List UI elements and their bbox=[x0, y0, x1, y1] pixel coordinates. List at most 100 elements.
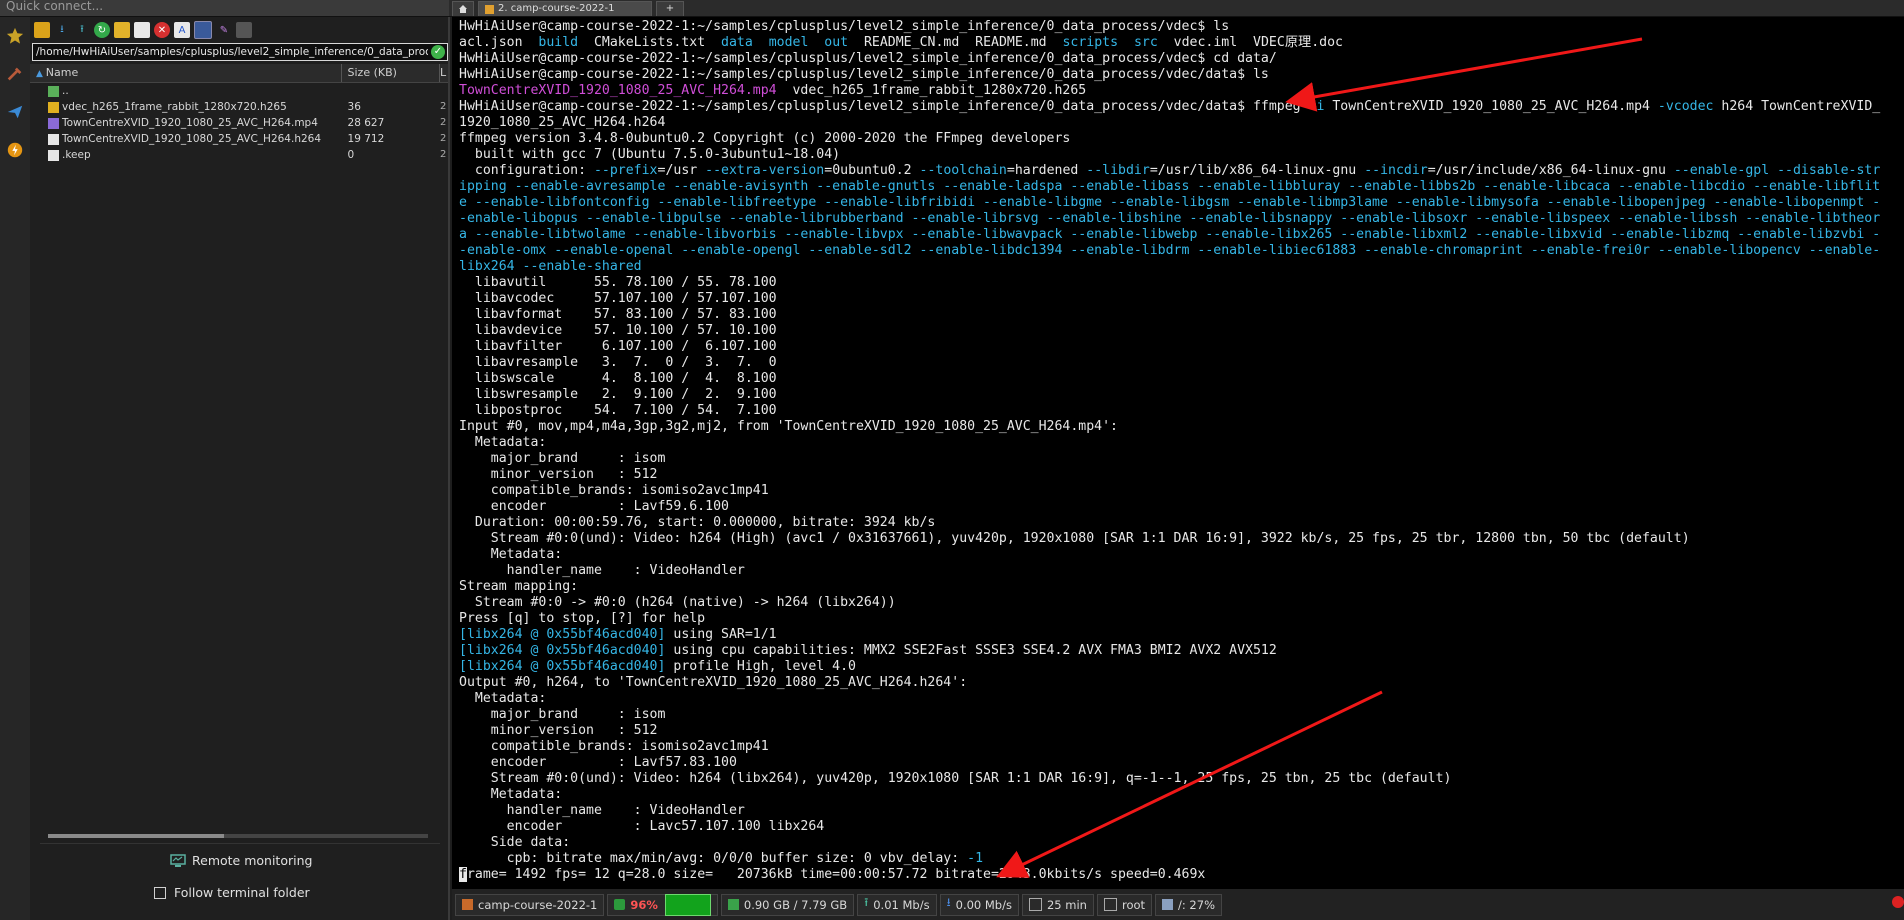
terminal-text: Metadata: bbox=[459, 787, 563, 802]
new-folder-icon[interactable] bbox=[114, 22, 130, 38]
upload-icon[interactable]: ⭱ bbox=[74, 22, 90, 38]
terminal-text: model bbox=[768, 35, 809, 50]
session-tab[interactable]: 2. camp-course-2022-1 bbox=[478, 1, 652, 16]
refresh-icon[interactable]: ↻ bbox=[94, 22, 110, 38]
terminal-line: major_brand : isom bbox=[459, 451, 666, 466]
terminal-line: e --enable-libfontconfig --enable-libfre… bbox=[459, 195, 1880, 210]
download-status[interactable]: ⭳ 0.00 Mb/s bbox=[939, 893, 1019, 916]
file-name: TownCentreXVID_1920_1080_25_AVC_H264.h26… bbox=[62, 133, 322, 145]
terminal-text: [libx264 @ 0x55bf46acd040] bbox=[459, 643, 666, 658]
file-name-cell: TownCentreXVID_1920_1080_25_AVC_H264.h26… bbox=[30, 131, 342, 147]
memory-value: 0.90 GB / 7.79 GB bbox=[743, 897, 848, 912]
terminal-text: encoder : Lavf59.6.100 bbox=[459, 499, 729, 514]
terminal-line: encoder : Lavf57.83.100 bbox=[459, 755, 737, 770]
terminal-text: Output #0, h264, to 'TownCentreXVID_1920… bbox=[459, 675, 968, 690]
divider bbox=[40, 843, 440, 844]
terminal-line: Metadata: bbox=[459, 691, 546, 706]
memory-icon bbox=[727, 899, 739, 910]
terminal-line: Metadata: bbox=[459, 435, 546, 450]
rename-icon[interactable]: A bbox=[174, 22, 190, 38]
terminal-text: =/usr bbox=[657, 163, 706, 178]
uptime-value: 25 min bbox=[1046, 897, 1087, 912]
download-arrow-icon: ⭳ bbox=[946, 895, 951, 909]
more-column-header[interactable]: L bbox=[440, 64, 448, 82]
terminal-text: Input #0, mov,mp4,m4a,3gp,3g2,mj2, from … bbox=[459, 419, 1118, 434]
path-input[interactable] bbox=[33, 46, 431, 58]
tools-icon bbox=[7, 67, 22, 81]
terminal-line: Press [q] to stop, [?] for help bbox=[459, 611, 705, 626]
follow-terminal-checkbox[interactable] bbox=[154, 886, 166, 899]
terminal-line: libavutil 55. 78.100 / 55. 78.100 bbox=[459, 275, 777, 290]
rail-tools[interactable] bbox=[0, 55, 30, 93]
terminal-line: minor_version : 512 bbox=[459, 723, 658, 738]
terminal-line: compatible_brands: isomiso2avc1mp41 bbox=[459, 483, 769, 498]
terminal-text: Press [q] to stop, [?] for help bbox=[459, 611, 706, 626]
disk-icon bbox=[1162, 899, 1174, 910]
file-row[interactable]: .keep 0 2 bbox=[30, 147, 448, 163]
horizontal-scroll-thumb[interactable] bbox=[48, 834, 224, 838]
file-name-cell: .. bbox=[30, 83, 342, 99]
folder-up-icon[interactable] bbox=[34, 22, 50, 38]
terminal-text: compatible_brands: isomiso2avc1mp41 bbox=[459, 483, 769, 498]
disk-status[interactable]: /: 27% bbox=[1155, 893, 1222, 916]
edit-icon[interactable]: ✎ bbox=[216, 22, 232, 38]
file-name: .keep bbox=[62, 149, 91, 161]
terminal-line: encoder : Lavf59.6.100 bbox=[459, 499, 729, 514]
terminal-line: major_brand : isom bbox=[459, 707, 666, 722]
size-column-header[interactable]: Size (KB) bbox=[342, 64, 441, 82]
name-column-header[interactable]: ▲ Name bbox=[30, 64, 342, 82]
terminal-text: =0ubuntu0.2 bbox=[824, 163, 920, 178]
quick-connect-input[interactable]: Quick connect... bbox=[0, 0, 449, 16]
terminal-icon[interactable] bbox=[236, 22, 252, 38]
home-tab[interactable] bbox=[452, 1, 474, 16]
close-session-icon[interactable] bbox=[1892, 896, 1904, 908]
terminal-line: handler_name : VideoHandler bbox=[459, 563, 745, 578]
terminal-text: data bbox=[721, 35, 753, 50]
terminal-text: CMakeLists.txt bbox=[578, 35, 722, 50]
remote-monitoring-button[interactable]: Remote monitoring bbox=[170, 853, 312, 868]
file-row[interactable]: vdec_h265_1frame_rabbit_1280x720.h265 36 2 bbox=[30, 99, 448, 115]
name-column-label: Name bbox=[45, 66, 79, 79]
rail-macros[interactable] bbox=[0, 131, 30, 169]
upload-status[interactable]: ⭱ 0.01 Mb/s bbox=[857, 893, 937, 916]
rail-send[interactable] bbox=[0, 93, 30, 131]
confirm-path-icon[interactable]: ✓ bbox=[431, 45, 445, 59]
terminal-line: Stream #0:0(und): Video: h264 (High) (av… bbox=[459, 531, 1690, 546]
user-status[interactable]: root bbox=[1096, 893, 1153, 916]
memory-status[interactable]: 0.90 GB / 7.79 GB bbox=[720, 893, 855, 916]
terminal-line: Duration: 00:00:59.76, start: 0.000000, … bbox=[459, 515, 936, 530]
file-size: 36 bbox=[347, 101, 361, 113]
plus-icon: + bbox=[665, 3, 675, 14]
uptime-status[interactable]: 25 min bbox=[1021, 893, 1094, 916]
file-row[interactable]: TownCentreXVID_1920_1080_25_AVC_H264.mp4… bbox=[30, 115, 448, 131]
terminal-text: --enable-gpl --disable-str bbox=[1673, 163, 1881, 178]
file-list: .. vdec_h265_1frame_rabbit_1280x720.h265 3… bbox=[30, 83, 448, 163]
cpu-status[interactable]: 96% bbox=[607, 893, 718, 916]
terminal-view[interactable]: HwHiAiUser@camp-course-2022-1:~/samples/… bbox=[452, 17, 1904, 889]
terminal-text: libavfilter 6.107.100 / 6.107.100 bbox=[459, 339, 777, 354]
properties-icon[interactable] bbox=[194, 21, 212, 39]
delete-icon[interactable]: ✕ bbox=[154, 22, 170, 38]
terminal-line: libavresample 3. 7. 0 / 3. 7. 0 bbox=[459, 355, 777, 370]
download-icon[interactable]: ⭳ bbox=[54, 22, 70, 38]
terminal-text: Duration: 00:00:59.76, start: 0.000000, … bbox=[459, 515, 936, 530]
terminal-line: [libx264 @ 0x55bf46acd040] using SAR=1/1 bbox=[459, 627, 777, 642]
new-file-icon[interactable] bbox=[134, 22, 150, 38]
file-icon bbox=[48, 101, 59, 113]
terminal-text: --incdir bbox=[1364, 163, 1428, 178]
session-icon bbox=[462, 899, 473, 910]
terminal-line: libavformat 57. 83.100 / 57. 83.100 bbox=[459, 307, 777, 322]
file-row[interactable]: .. bbox=[30, 83, 448, 99]
user-icon bbox=[1103, 898, 1117, 911]
new-tab-button[interactable]: + bbox=[656, 1, 684, 16]
terminal-tab-icon bbox=[485, 4, 494, 14]
follow-terminal-folder-option[interactable]: Follow terminal folder bbox=[154, 885, 310, 900]
terminal-text: build bbox=[538, 35, 579, 50]
terminal-line: HwHiAiUser@camp-course-2022-1:~/samples/… bbox=[459, 67, 1269, 82]
session-status[interactable]: camp-course-2022-1 bbox=[455, 893, 605, 916]
file-row[interactable]: TownCentreXVID_1920_1080_25_AVC_H264.h26… bbox=[30, 131, 448, 147]
session-tab-label: 2. camp-course-2022-1 bbox=[498, 3, 615, 14]
paper-plane-icon bbox=[7, 105, 23, 119]
terminal-text: encoder : Lavf57.83.100 bbox=[459, 755, 737, 770]
rail-sessions[interactable] bbox=[0, 17, 30, 55]
